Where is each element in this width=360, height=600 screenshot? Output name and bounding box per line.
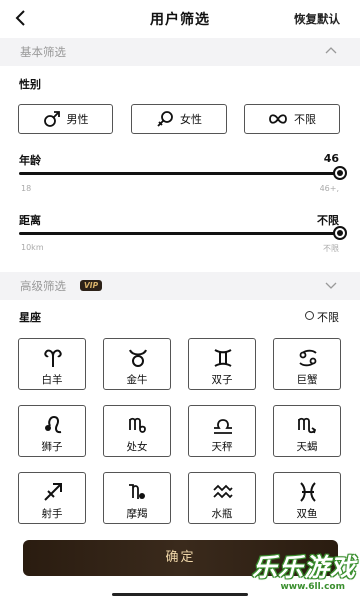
female-icon: [157, 111, 173, 127]
watermark: 乐乐游戏 www.6ll.com: [245, 548, 360, 600]
zodiac-leo-label: 狮子: [41, 441, 63, 453]
zodiac-libra-button[interactable]: 天秤: [188, 405, 256, 457]
aquarius-icon: [213, 484, 233, 499]
pisces-icon: [300, 482, 316, 502]
cancer-icon: [299, 349, 317, 367]
zodiac-pisces-label: 双鱼: [296, 508, 318, 520]
vip-badge: VIP: [80, 280, 103, 291]
age-label: 年龄: [19, 154, 41, 167]
zodiac-unlimited-label[interactable]: 不限: [317, 309, 339, 325]
age-min-label: 18: [21, 184, 32, 193]
zodiac-scorpio-button[interactable]: 天蝎: [273, 405, 341, 457]
age-slider-track[interactable]: [19, 172, 341, 175]
gemini-icon: [214, 349, 232, 367]
top-bar: 用户筛选 恢复默认: [0, 0, 360, 38]
leo-icon: [45, 415, 62, 434]
zodiac-libra-label: 天秤: [211, 441, 233, 453]
distance-slider-handle[interactable]: [333, 226, 347, 240]
infinity-icon: [269, 114, 287, 124]
gender-male-label: 男性: [66, 113, 89, 126]
zodiac-leo-button[interactable]: 狮子: [18, 405, 86, 457]
virgo-icon: [129, 417, 146, 433]
zodiac-gemini-label: 双子: [211, 374, 233, 386]
home-indicator: [112, 593, 248, 596]
zodiac-pisces-button[interactable]: 双鱼: [273, 472, 341, 524]
chevron-up-icon: [325, 47, 337, 54]
zodiac-scorpio-label: 天蝎: [296, 441, 318, 453]
scorpio-icon: [298, 417, 317, 434]
advanced-filter-header[interactable]: 高级筛选 VIP: [0, 272, 360, 300]
age-max-label: 46+,: [319, 184, 339, 193]
distance-value: 不限: [317, 214, 339, 227]
age-value: 46: [323, 152, 339, 165]
zodiac-capricorn-button[interactable]: 摩羯: [103, 472, 171, 524]
zodiac-sagittarius-label: 射手: [41, 508, 63, 520]
taurus-icon: [129, 349, 147, 367]
basic-filter-header[interactable]: 基本筛选: [0, 38, 360, 66]
zodiac-capricorn-label: 摩羯: [126, 508, 148, 520]
zodiac-sagittarius-button[interactable]: 射手: [18, 472, 86, 524]
zodiac-aries-label: 白羊: [41, 374, 63, 386]
advanced-filter-title: 高级筛选: [20, 279, 66, 293]
watermark-title: 乐乐游戏: [251, 553, 356, 582]
chevron-down-icon: [325, 282, 337, 289]
zodiac-virgo-button[interactable]: 处女: [103, 405, 171, 457]
zodiac-taurus-button[interactable]: 金牛: [103, 338, 171, 390]
zodiac-label: 星座: [19, 311, 41, 324]
distance-label: 距离: [19, 214, 41, 227]
zodiac-aquarius-button[interactable]: 水瓶: [188, 472, 256, 524]
distance-min-label: 10km: [21, 243, 44, 252]
watermark-url: www.6ll.com: [277, 582, 348, 592]
gender-female-button[interactable]: 女性: [131, 104, 227, 134]
capricorn-icon: [129, 484, 145, 499]
gender-female-label: 女性: [180, 113, 202, 126]
distance-max-label: 不限: [323, 244, 339, 253]
gender-male-button[interactable]: 男性: [18, 104, 113, 134]
gender-label: 性别: [19, 78, 41, 91]
age-slider-handle[interactable]: [333, 166, 347, 180]
gender-unlimited-label: 不限: [294, 113, 316, 126]
zodiac-taurus-label: 金牛: [126, 374, 148, 386]
zodiac-aquarius-label: 水瓶: [211, 508, 233, 520]
reset-default-button[interactable]: 恢复默认: [294, 11, 340, 27]
zodiac-cancer-button[interactable]: 巨蟹: [273, 338, 341, 390]
distance-slider-track[interactable]: [19, 232, 341, 235]
zodiac-unlimited-radio[interactable]: [305, 311, 314, 320]
zodiac-aries-button[interactable]: 白羊: [18, 338, 86, 390]
zodiac-gemini-button[interactable]: 双子: [188, 338, 256, 390]
sagittarius-icon: [44, 483, 62, 501]
basic-filter-title: 基本筛选: [20, 45, 66, 59]
aries-icon: [44, 349, 62, 367]
libra-icon: [214, 419, 232, 434]
gender-unlimited-button[interactable]: 不限: [244, 104, 340, 134]
male-icon: [43, 111, 60, 127]
zodiac-cancer-label: 巨蟹: [296, 374, 318, 386]
zodiac-virgo-label: 处女: [126, 441, 148, 453]
